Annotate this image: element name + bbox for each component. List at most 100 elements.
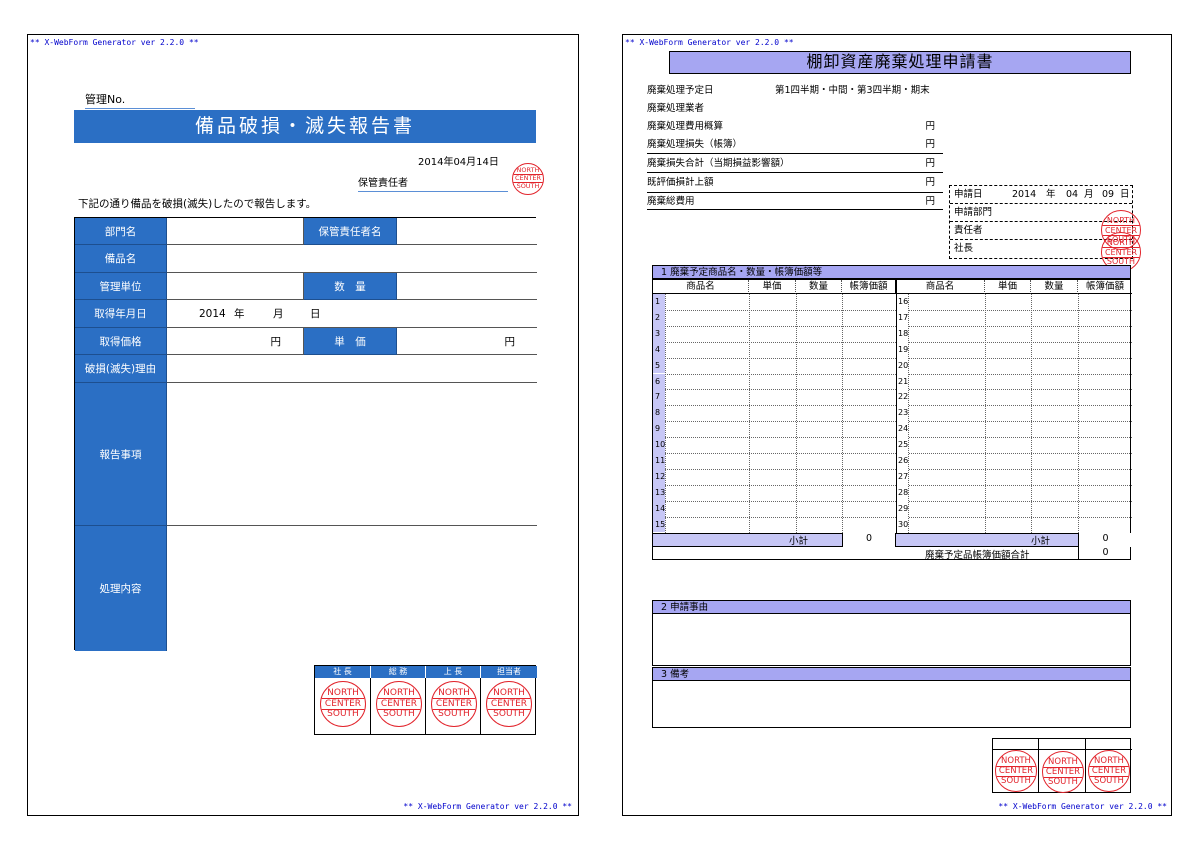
row-number: 24 xyxy=(896,421,908,438)
acquisition-price-label: 取得価格 xyxy=(75,328,167,355)
application-day: 09 xyxy=(1102,189,1115,200)
subtotal-left-label: 小計 xyxy=(789,536,809,547)
application-date-row[interactable]: 申請日 2014 年 04 月 09 日 xyxy=(950,186,1132,204)
application-date-label: 申請日 xyxy=(954,189,983,200)
acquisition-price-field[interactable]: 円 xyxy=(167,328,304,355)
row-number: 16 xyxy=(896,294,908,310)
generator-tag-bottom: ** X-WebForm Generator ver 2.2.0 ** xyxy=(403,802,572,811)
disposal-title: 棚卸資産廃棄処理申請書 xyxy=(669,51,1131,74)
section1-header: 1 廃棄予定商品名・数量・帳簿価額等 xyxy=(652,265,1131,279)
grid-column-line xyxy=(1078,294,1079,533)
row-number: 13 xyxy=(653,484,665,501)
grid-column-line xyxy=(1031,294,1032,533)
grid-row-line xyxy=(653,421,1132,423)
row-label: 廃棄処理費用概算 xyxy=(647,121,724,132)
disposal-row-book-loss: 廃棄処理損失（帳簿） 円 xyxy=(647,136,943,154)
approval-header-general-affairs: 総 務 xyxy=(371,666,426,678)
row-unit: 円 xyxy=(925,196,935,207)
row-unit: 円 xyxy=(925,158,935,169)
handling-field[interactable] xyxy=(167,526,537,651)
item-name-field[interactable] xyxy=(167,245,537,273)
section3-header: 3 備考 xyxy=(652,667,1131,681)
grid-column-line xyxy=(985,294,986,533)
row-number: 8 xyxy=(653,405,665,422)
row-unit: 円 xyxy=(925,121,935,132)
row-number: 25 xyxy=(896,437,908,453)
report-date: 2014年04月14日 xyxy=(418,157,499,168)
stamp-header-cell xyxy=(1086,739,1132,750)
row-value: 第1四半期・中間・第3四半期・期末 xyxy=(775,85,930,96)
row-number: 22 xyxy=(896,389,908,406)
approval-header-president: 社 長 xyxy=(315,666,371,678)
report-details-label: 報告事項 xyxy=(75,383,167,526)
grid-row-line xyxy=(653,437,1132,439)
row-number: 11 xyxy=(653,453,665,469)
custodian-name-label: 保管責任者名 xyxy=(304,218,397,245)
grid-row-line xyxy=(653,453,1132,454)
subtotal-left-value: 0 xyxy=(842,533,896,547)
grid-row-line xyxy=(653,389,1132,391)
unit-price-field[interactable]: 円 xyxy=(397,328,537,355)
yen-unit: 円 xyxy=(504,335,516,348)
remarks-field[interactable] xyxy=(652,681,1131,728)
disposal-row-loss-total: 廃棄損失合計（当期損益影響額） 円 xyxy=(647,155,943,173)
day-unit: 日 xyxy=(310,308,321,320)
staff-seal-stamp: NORTH CENTER SOUTH xyxy=(486,681,532,727)
row-number: 2 xyxy=(653,309,665,326)
report-details-field[interactable] xyxy=(167,383,537,526)
grid-row-line xyxy=(653,309,1132,311)
quantity-field[interactable] xyxy=(397,273,537,300)
disposal-row-cost-estimate: 廃棄処理費用概算 円 xyxy=(647,118,943,136)
subtotal-right-label: 小計 xyxy=(1031,536,1051,547)
management-no-label: 管理No. xyxy=(85,91,195,109)
column-header-item: 商品名 xyxy=(653,280,749,294)
stamp-header-cell xyxy=(1039,739,1086,750)
application-year: 2014 xyxy=(1012,189,1037,200)
application-reason-field[interactable] xyxy=(652,614,1131,666)
approval-header-supervisor: 上 長 xyxy=(426,666,481,678)
row-number: 21 xyxy=(896,373,908,390)
row-unit: 円 xyxy=(925,139,935,150)
grid-row-line xyxy=(653,405,1132,407)
report-title: 備品破損・滅失報告書 xyxy=(74,110,536,143)
row-number: 3 xyxy=(653,325,665,342)
approval-seal-stamp: NORTH CENTER SOUTH xyxy=(995,750,1037,792)
row-number: 28 xyxy=(896,484,908,501)
grid-row-line xyxy=(653,341,1132,343)
grid-row-line xyxy=(653,484,1132,486)
row-number: 14 xyxy=(653,500,665,517)
department-field[interactable] xyxy=(167,218,304,245)
reason-label: 破損(滅失)理由 xyxy=(75,355,167,383)
total-book-value-label: 廃棄予定品帳簿価額合計 xyxy=(925,550,1030,561)
inventory-disposal-sheet: ** X-WebForm Generator ver 2.2.0 ** 棚卸資産… xyxy=(622,34,1172,816)
damage-report-sheet: ** X-WebForm Generator ver 2.2.0 ** 管理No… xyxy=(27,34,579,816)
row-number: 5 xyxy=(653,357,665,374)
column-header-item: 商品名 xyxy=(896,280,985,294)
grid-row-line xyxy=(653,325,1132,327)
row-number: 30 xyxy=(896,516,908,533)
approval-stamp-box: 社 長 総 務 上 長 担当者 NORTH CENTER SOUTH NORTH CE… xyxy=(314,665,537,735)
year-unit: 年 xyxy=(234,308,245,320)
row-label: 廃棄損失合計（当期損益影響額） xyxy=(647,158,790,169)
acquisition-date-field[interactable]: 2014 年 月 日 xyxy=(167,300,537,328)
custodian-signature-line[interactable]: 保管責任者 xyxy=(358,174,508,192)
reason-field[interactable] xyxy=(167,355,537,383)
generator-tag-bottom: ** X-WebForm Generator ver 2.2.0 ** xyxy=(998,802,1167,811)
row-label: 廃棄総費用 xyxy=(647,196,695,207)
disposal-approval-stamp-box: NORTH CENTER SOUTH NORTH CENTER SOUTH NORTH C… xyxy=(992,738,1132,793)
acquisition-date-label: 取得年月日 xyxy=(75,300,167,328)
column-header-quantity: 数量 xyxy=(1031,280,1078,294)
custodian-name-field[interactable] xyxy=(397,218,537,245)
item-list-grid: 商品名 単価 数量 帳簿価額 商品名 単価 数量 帳簿価額 1 16 2 17 3 18 4… xyxy=(652,279,1132,561)
custodian-label: 保管責任者 xyxy=(358,178,408,189)
grid-row-line xyxy=(653,373,1132,375)
management-unit-field[interactable] xyxy=(167,273,304,300)
column-header-quantity: 数量 xyxy=(796,280,842,294)
custodian-seal-stamp: NORTH CENTER SOUTH xyxy=(512,163,544,195)
application-month: 04 xyxy=(1066,189,1079,200)
row-number: 18 xyxy=(896,325,908,342)
row-number: 12 xyxy=(653,468,665,485)
row-number: 29 xyxy=(896,500,908,517)
department-label: 部門名 xyxy=(75,218,167,245)
disposal-row-valuation-loss: 既評価損計上額 円 xyxy=(647,174,943,192)
